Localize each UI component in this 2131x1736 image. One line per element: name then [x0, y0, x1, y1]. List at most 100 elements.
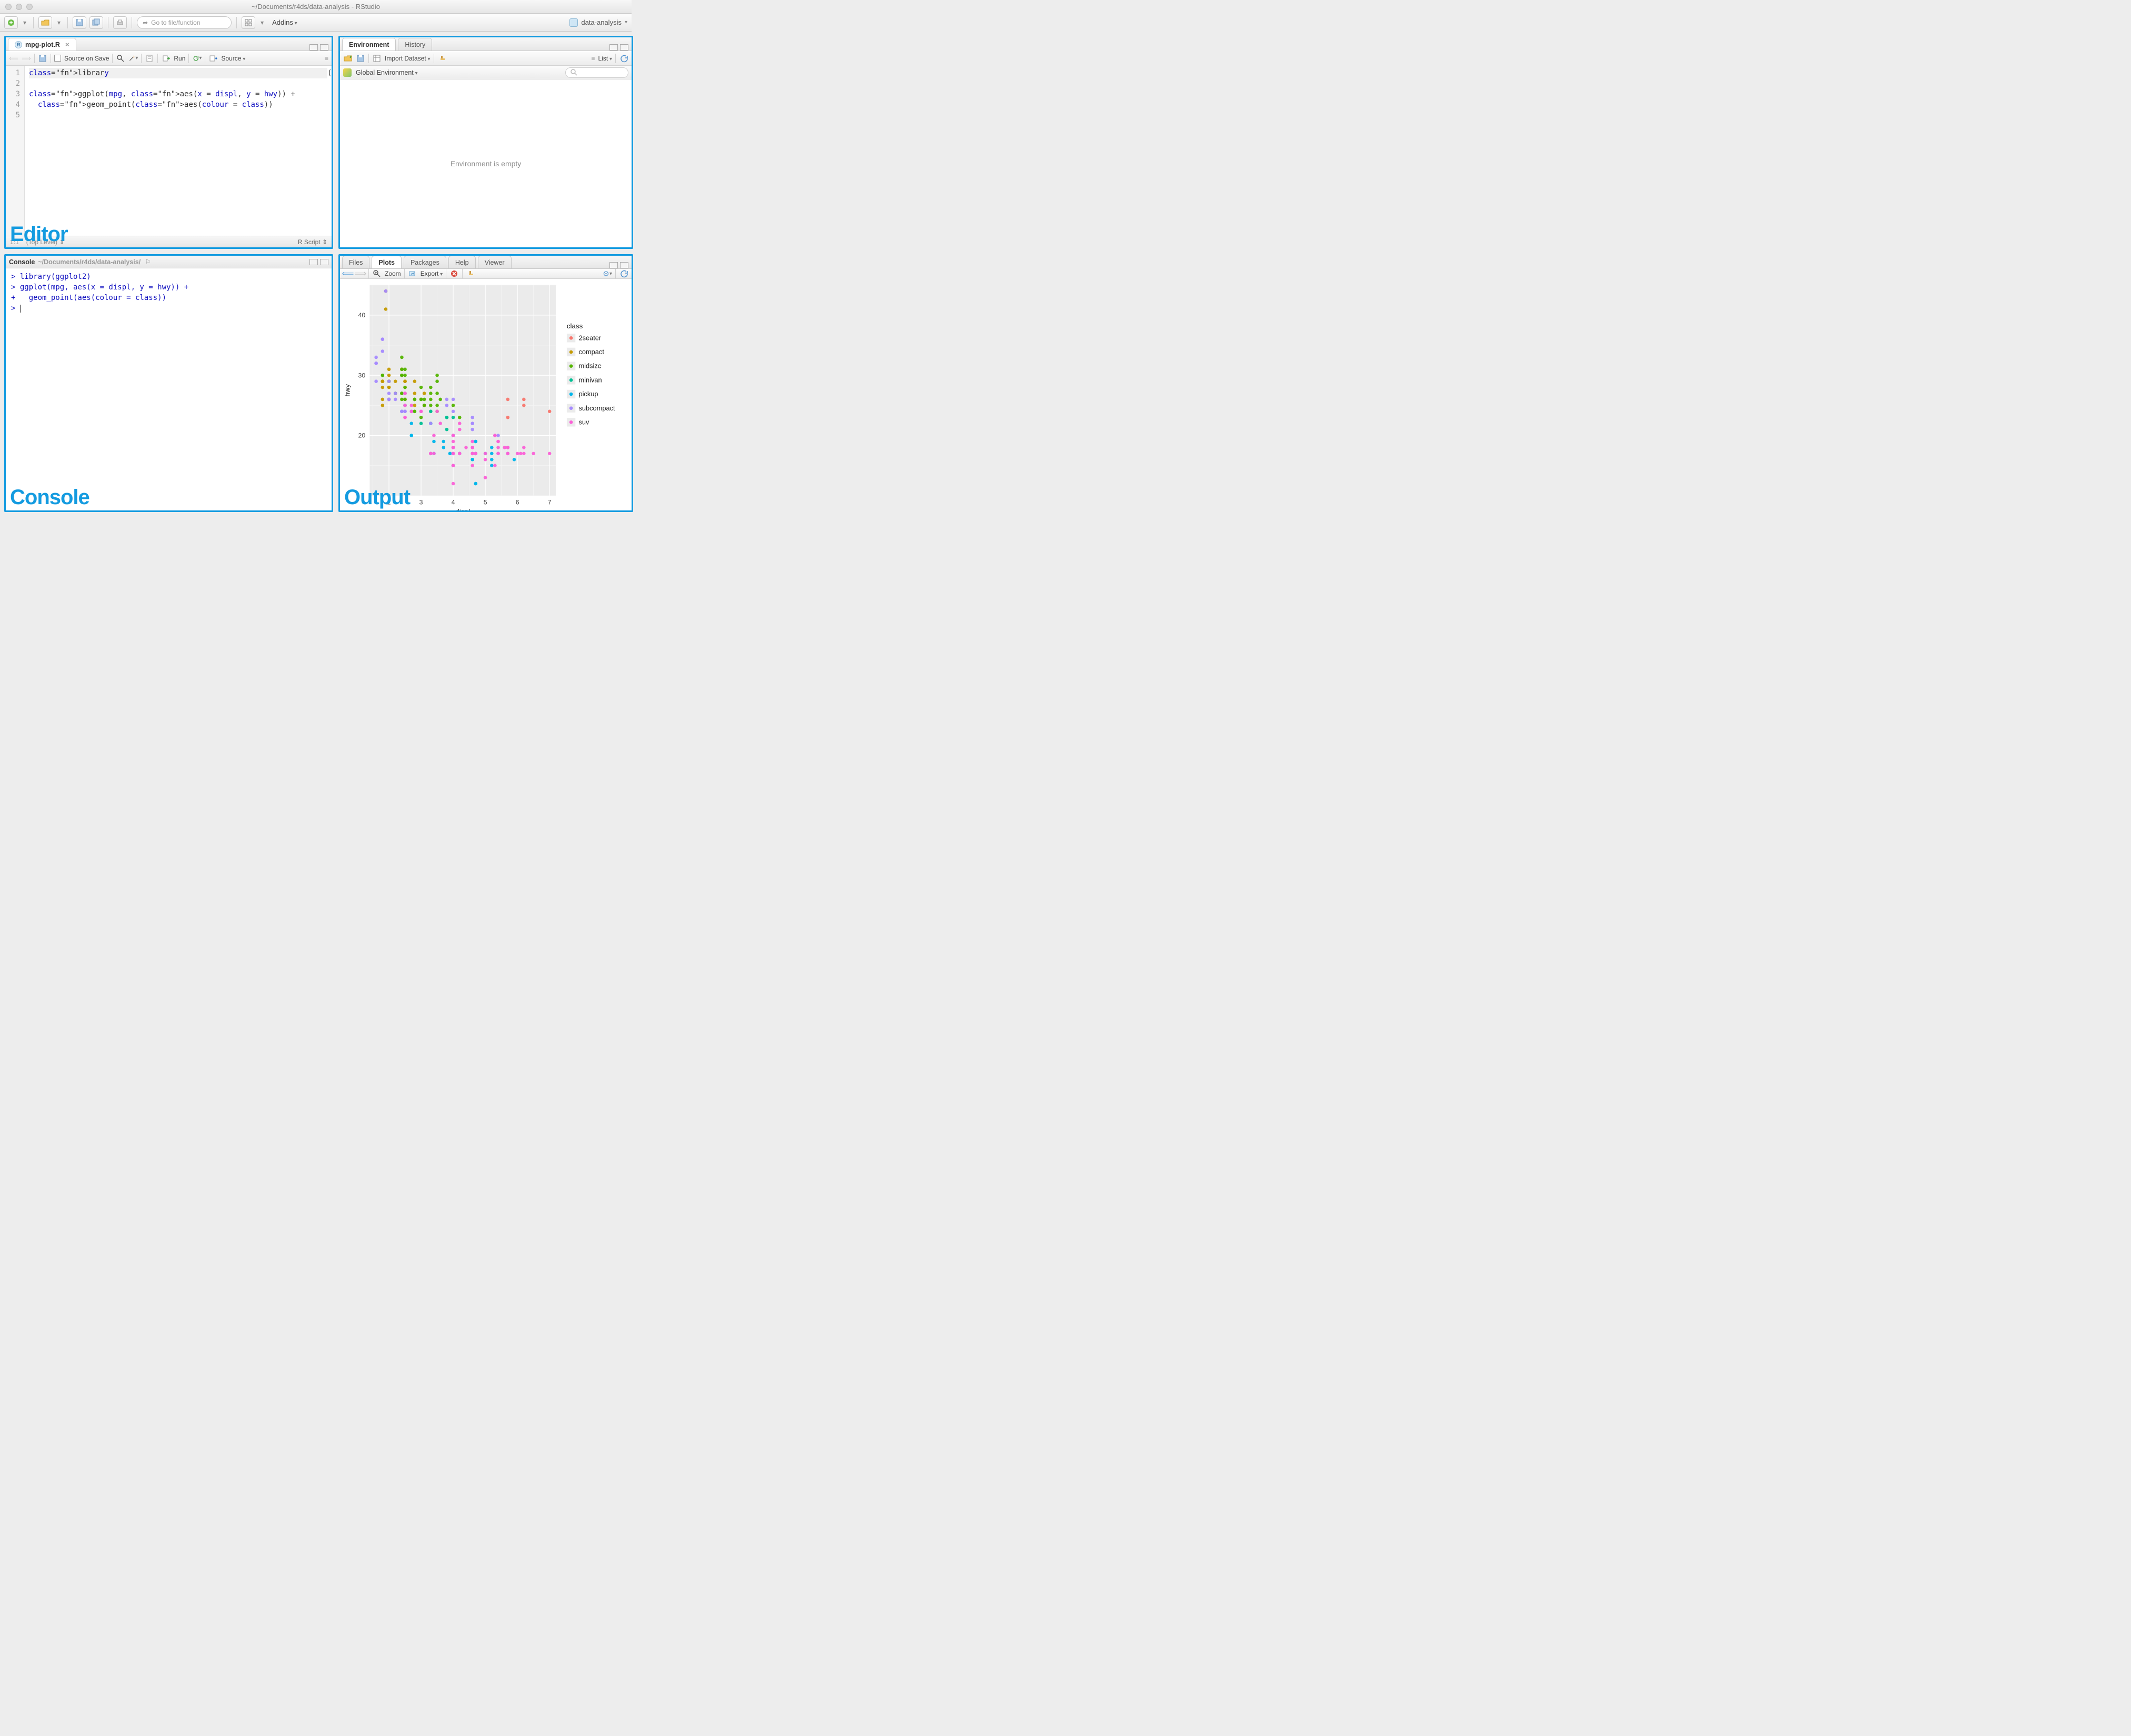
code-editor[interactable]: 12345 class="fn">library(class="fn">ggpl…: [6, 66, 332, 236]
svg-text:compact: compact: [578, 348, 604, 356]
open-recent-dropdown[interactable]: ▾: [55, 16, 63, 29]
source-on-save-label: Source on Save: [64, 55, 109, 62]
new-file-dropdown[interactable]: ▾: [21, 16, 28, 29]
source-icon[interactable]: [208, 54, 218, 63]
minimize-pane-icon[interactable]: [309, 44, 318, 51]
maximize-pane-icon[interactable]: [320, 259, 328, 265]
grid-tools-button[interactable]: [242, 16, 255, 29]
tab-plots[interactable]: Plots: [372, 256, 402, 268]
search-icon: [570, 68, 578, 77]
import-dataset-button[interactable]: Import Dataset: [385, 55, 431, 62]
zoom-icon[interactable]: [372, 269, 382, 278]
svg-text:midsize: midsize: [578, 362, 601, 370]
console-title: Console: [9, 258, 35, 266]
environment-toolbar: Import Dataset ≡ List: [340, 51, 632, 66]
console-body[interactable]: > library(ggplot2) > ggplot(mpg, aes(x =…: [6, 268, 332, 510]
grid-tools-dropdown[interactable]: ▾: [258, 16, 266, 29]
goto-arrow-icon: ➦: [143, 19, 148, 26]
svg-text:6: 6: [516, 498, 519, 506]
editor-tab-mpg-plot[interactable]: R mpg-plot.R ×: [8, 38, 76, 51]
minimize-pane-icon[interactable]: [309, 259, 318, 265]
window-title: ~/Documents/r4ds/data-analysis - RStudio: [0, 3, 632, 11]
plot-prev-icon[interactable]: ⟸: [343, 269, 353, 278]
environment-scope-bar: Global Environment: [340, 66, 632, 79]
plot-area: 234567203040displhwyclass2seatercompactm…: [340, 279, 632, 512]
globe-icon: [343, 68, 352, 77]
refresh-plot-icon[interactable]: [619, 269, 628, 278]
import-dataset-icon[interactable]: [372, 54, 382, 63]
svg-text:4: 4: [452, 498, 455, 506]
pane-annotation-console: Console: [10, 486, 89, 509]
maximize-pane-icon[interactable]: [620, 262, 628, 268]
source-on-save-checkbox[interactable]: [54, 55, 61, 62]
environment-empty-message: Environment is empty: [340, 79, 632, 247]
clear-workspace-icon[interactable]: [437, 54, 447, 63]
tab-environment[interactable]: Environment: [342, 38, 396, 51]
wand-icon[interactable]: [128, 54, 138, 63]
remove-plot-icon[interactable]: [449, 269, 459, 278]
forward-icon[interactable]: ⟹: [22, 54, 31, 63]
maximize-pane-icon[interactable]: [320, 44, 328, 51]
code-area[interactable]: class="fn">library(class="fn">ggplot2) c…: [25, 66, 332, 236]
back-icon[interactable]: ⟸: [9, 54, 18, 63]
tab-viewer[interactable]: Viewer: [478, 256, 512, 268]
re-run-icon[interactable]: [192, 54, 202, 63]
separator: [236, 17, 237, 28]
run-label[interactable]: Run: [174, 55, 185, 62]
notebook-icon[interactable]: [145, 54, 154, 63]
print-button[interactable]: [113, 16, 127, 29]
project-icon: [569, 18, 578, 27]
editor-tab-label: mpg-plot.R: [25, 41, 60, 48]
plot-next-icon[interactable]: ⟹: [356, 269, 365, 278]
minimize-pane-icon[interactable]: [609, 44, 618, 51]
view-mode-icon[interactable]: ≡: [591, 55, 595, 62]
close-tab-icon[interactable]: ×: [65, 41, 69, 48]
outline-toggle-icon[interactable]: ≡: [325, 55, 328, 62]
run-icon[interactable]: [161, 54, 171, 63]
environment-tabrow: Environment History: [340, 37, 632, 51]
tab-history[interactable]: History: [398, 38, 432, 51]
console-header: Console ~/Documents/r4ds/data-analysis/ …: [6, 256, 332, 268]
environment-search-input[interactable]: [565, 67, 628, 78]
source-label[interactable]: Source: [221, 55, 245, 62]
clear-all-plots-icon[interactable]: [466, 269, 475, 278]
goto-file-input[interactable]: ➦ Go to file/function: [137, 16, 232, 29]
console-pane: Console ~/Documents/r4ds/data-analysis/ …: [4, 254, 333, 512]
goto-wd-icon[interactable]: ⚐: [145, 258, 151, 266]
minimize-pane-icon[interactable]: [609, 262, 618, 268]
maximize-pane-icon[interactable]: [620, 44, 628, 51]
svg-text:40: 40: [358, 312, 366, 319]
addins-menu[interactable]: Addins: [269, 18, 301, 26]
editor-pane: R mpg-plot.R × ⟸ ⟹ Source on Save: [4, 36, 333, 249]
tab-packages[interactable]: Packages: [404, 256, 446, 268]
project-menu[interactable]: data-analysis ▾: [569, 18, 627, 27]
editor-window-controls: [309, 44, 332, 51]
scope-selector[interactable]: Global Environment: [356, 69, 418, 76]
new-file-button[interactable]: [4, 16, 18, 29]
publish-icon[interactable]: [603, 269, 612, 278]
export-icon[interactable]: [408, 269, 417, 278]
svg-text:5: 5: [484, 498, 487, 506]
save-all-button[interactable]: [89, 16, 103, 29]
open-file-button[interactable]: [38, 16, 52, 29]
save-workspace-icon[interactable]: [356, 54, 365, 63]
tab-files[interactable]: Files: [342, 256, 369, 268]
language-selector[interactable]: R Script ⇕: [298, 238, 327, 246]
svg-text:7: 7: [548, 498, 552, 506]
save-file-icon[interactable]: [38, 54, 47, 63]
load-workspace-icon[interactable]: [343, 54, 353, 63]
window-titlebar: ~/Documents/r4ds/data-analysis - RStudio: [0, 0, 632, 14]
tab-help[interactable]: Help: [448, 256, 476, 268]
svg-text:3: 3: [419, 498, 423, 506]
find-icon[interactable]: [116, 54, 125, 63]
svg-text:suv: suv: [578, 418, 589, 426]
plots-toolbar: ⟸ ⟹ Zoom Export: [340, 269, 632, 279]
view-mode-button[interactable]: List: [598, 55, 613, 62]
refresh-icon[interactable]: [619, 54, 628, 63]
svg-text:subcompact: subcompact: [578, 404, 615, 412]
zoom-button[interactable]: Zoom: [385, 270, 401, 277]
svg-text:20: 20: [358, 432, 366, 439]
save-button[interactable]: [73, 16, 86, 29]
environment-pane: Environment History Import Dataset: [338, 36, 633, 249]
export-button[interactable]: Export: [421, 270, 443, 277]
